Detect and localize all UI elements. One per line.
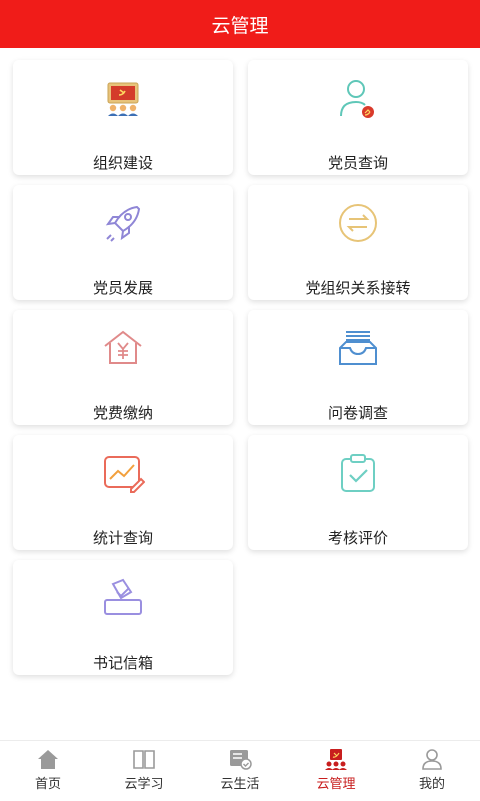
tab-study[interactable]: 云学习	[96, 741, 192, 801]
tab-home[interactable]: 首页	[0, 741, 96, 801]
book-icon	[132, 748, 156, 770]
card-survey[interactable]: 问卷调查	[248, 310, 468, 425]
tab-label: 云管理	[316, 777, 356, 792]
user-icon	[420, 748, 444, 770]
card-label: 组织建设	[92, 154, 153, 172]
card-relation-transfer[interactable]: 党组织关系接转	[248, 185, 468, 300]
card-label: 党员发展	[92, 279, 153, 297]
tab-label: 云学习	[124, 777, 164, 792]
tab-label: 云生活	[220, 777, 260, 792]
card-organization-building[interactable]: 组织建设	[13, 60, 233, 175]
card-label: 党组织关系接转	[305, 279, 411, 297]
card-secretary-mailbox[interactable]: 书记信箱	[13, 560, 233, 675]
party-meeting-icon	[101, 76, 145, 120]
card-party-dues[interactable]: 党费缴纳	[13, 310, 233, 425]
inbox-survey-icon	[336, 326, 380, 370]
card-member-development[interactable]: 党员发展	[13, 185, 233, 300]
member-search-icon	[336, 76, 380, 120]
home-icon	[36, 748, 60, 770]
page-title: 云管理	[211, 14, 269, 37]
card-assessment[interactable]: 考核评价	[248, 435, 468, 550]
card-label: 问卷调查	[327, 404, 388, 422]
card-label: 党费缴纳	[92, 404, 153, 422]
life-card-icon	[228, 748, 252, 770]
yuan-house-icon	[101, 326, 145, 370]
clipboard-check-icon	[336, 451, 380, 495]
tab-mine[interactable]: 我的	[384, 741, 480, 801]
card-member-query[interactable]: 党员查询	[248, 60, 468, 175]
bottom-tab-bar: 首页 云学习 云生活 云管理 我的	[0, 740, 480, 801]
tab-life[interactable]: 云生活	[192, 741, 288, 801]
card-label: 党员查询	[327, 154, 388, 172]
card-label: 书记信箱	[92, 654, 153, 672]
transfer-arrows-icon	[336, 201, 380, 245]
app-header: 云管理	[0, 0, 480, 48]
card-label: 统计查询	[92, 529, 153, 547]
ballot-box-icon	[101, 576, 145, 620]
rocket-icon	[101, 201, 145, 245]
card-statistics[interactable]: 统计查询	[13, 435, 233, 550]
tab-management[interactable]: 云管理	[288, 741, 384, 801]
chart-edit-icon	[101, 451, 145, 495]
party-emblem-icon	[324, 748, 348, 770]
card-label: 考核评价	[327, 529, 388, 547]
tab-label: 首页	[34, 777, 61, 792]
tab-label: 我的	[418, 777, 445, 792]
